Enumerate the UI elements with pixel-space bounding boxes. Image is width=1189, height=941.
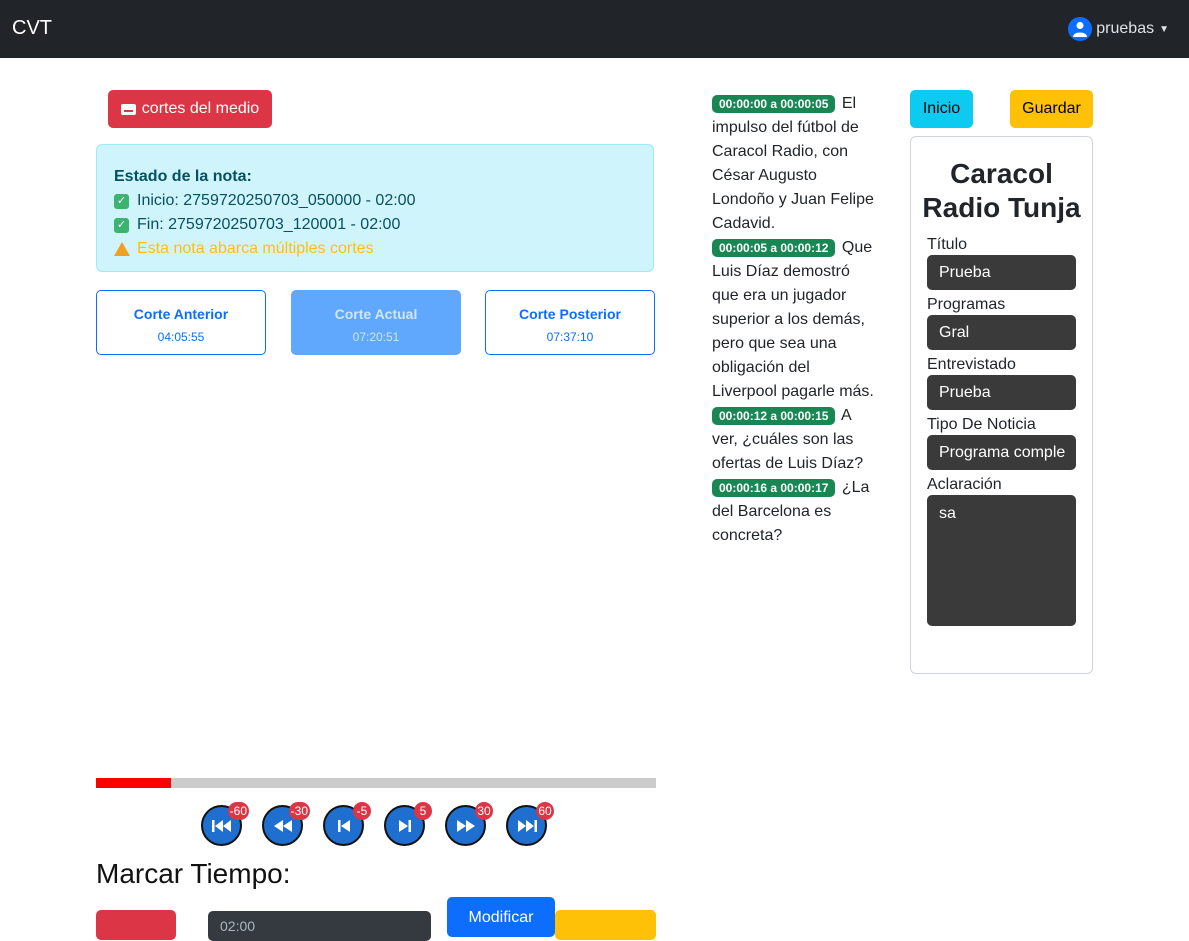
nota-inicio: Inicio: 2759720250703_050000 - 02:00	[137, 192, 416, 209]
corte-anterior-label: Corte Anterior	[133, 306, 229, 322]
user-icon	[1068, 17, 1093, 41]
transcript-segment: 00:00:16 a 00:00:17 ¿La del Barcelona es…	[712, 476, 874, 548]
segment-text: El impulso del fútbol de Caracol Radio, …	[712, 95, 874, 232]
skip-badge: 5	[414, 802, 432, 820]
skip-back-5-button[interactable]: -5	[323, 802, 371, 846]
top-navbar: CVT pruebas ▼	[0, 0, 1189, 58]
nota-fin-row: ✓ Fin: 2759720250703_120001 - 02:00	[114, 213, 636, 237]
transcript-panel: 00:00:00 a 00:00:05 El impulso del fútbo…	[712, 92, 874, 548]
corte-anterior-time: 04:05:55	[157, 330, 205, 344]
station-title: Caracol Radio Tunja	[922, 158, 1081, 223]
transcript-segment: 00:00:05 a 00:00:12 Que Luis Díaz demost…	[712, 236, 874, 404]
entrevistado-label: Entrevistado	[927, 356, 1016, 373]
corte-posterior-label: Corte Posterior	[519, 306, 621, 322]
skip-back-30-button[interactable]: -30	[262, 802, 310, 846]
double-skip-forward-icon	[517, 819, 537, 832]
corte-actual-time: 07:20:51	[352, 330, 400, 344]
check-icon: ✓	[114, 193, 129, 209]
skip-badge: 30	[475, 802, 493, 820]
segment-timestamp[interactable]: 00:00:16 a 00:00:17	[712, 479, 836, 497]
audio-progress-bar[interactable]	[96, 778, 656, 788]
audio-progress-fill	[96, 778, 172, 788]
skip-back-60-button[interactable]: -60	[201, 802, 249, 846]
programas-label: Programas	[927, 296, 1006, 313]
nota-form-card: Caracol Radio Tunja Título Prueba Progra…	[910, 136, 1093, 674]
user-menu[interactable]: pruebas ▼	[1068, 17, 1169, 41]
skip-badge: -5	[353, 802, 371, 820]
user-name: pruebas	[1096, 20, 1155, 37]
segment-timestamp[interactable]: 00:00:12 a 00:00:15	[712, 407, 836, 425]
corte-anterior-button[interactable]: Corte Anterior 04:05:55	[96, 290, 266, 355]
skip-forward-5-button[interactable]: 5	[384, 802, 432, 846]
segment-timestamp[interactable]: 00:00:00 a 00:00:05	[712, 95, 836, 113]
entrevistado-field[interactable]: Prueba	[927, 375, 1076, 410]
marcar-yellow-button[interactable]	[555, 910, 656, 940]
marcar-red-button[interactable]	[96, 910, 176, 940]
step-back-icon	[337, 819, 350, 832]
skip-badge: -60	[227, 802, 249, 820]
segment-text: Que Luis Díaz demostró que era un jugado…	[712, 239, 874, 400]
brand-logo[interactable]: CVT	[12, 17, 52, 40]
nota-status-alert: Estado de la nota: ✓ Inicio: 27597202507…	[96, 144, 654, 272]
nota-status-title: Estado de la nota:	[114, 168, 252, 185]
double-skip-back-icon	[211, 819, 231, 832]
skip-forward-60-button[interactable]: 60	[506, 802, 554, 846]
tipo-noticia-field[interactable]: Programa comple	[927, 435, 1076, 470]
titulo-field[interactable]: Prueba	[927, 255, 1076, 290]
nota-inicio-row: ✓ Inicio: 2759720250703_050000 - 02:00	[114, 189, 636, 213]
cortes-label: cortes del medio	[141, 100, 260, 117]
aclaracion-textarea[interactable]: sa	[927, 495, 1076, 626]
step-forward-icon	[398, 819, 411, 832]
transcript-segment: 00:00:00 a 00:00:05 El impulso del fútbo…	[712, 92, 874, 236]
chevron-down-icon: ▼	[1159, 23, 1169, 35]
keyboard-icon	[120, 103, 136, 115]
warning-icon	[114, 242, 130, 256]
titulo-label: Título	[927, 236, 968, 253]
transcript-segment: 00:00:12 a 00:00:15 A ver, ¿cuáles son l…	[712, 404, 874, 476]
playback-controls: -60 -30 -5 5 30 60	[201, 802, 661, 855]
marcar-time-input[interactable]: 02:00	[208, 911, 431, 941]
programas-field[interactable]: Gral	[927, 315, 1076, 350]
nota-warning: Esta nota abarca múltiples cortes	[137, 240, 374, 257]
nota-fin: Fin: 2759720250703_120001 - 02:00	[137, 216, 401, 233]
inicio-button[interactable]: Inicio	[910, 90, 973, 128]
corte-posterior-button[interactable]: Corte Posterior 07:37:10	[485, 290, 655, 355]
cortes-del-medio-button[interactable]: cortes del medio	[108, 90, 272, 128]
aclaracion-label: Aclaración	[927, 476, 1002, 493]
skip-forward-30-button[interactable]: 30	[445, 802, 493, 846]
tipo-noticia-label: Tipo De Noticia	[927, 416, 1036, 433]
segment-timestamp[interactable]: 00:00:05 a 00:00:12	[712, 239, 836, 257]
corte-actual-label: Corte Actual	[334, 306, 418, 322]
rewind-icon	[273, 819, 292, 832]
corte-posterior-time: 07:37:10	[546, 330, 594, 344]
corte-actual-button[interactable]: Corte Actual 07:20:51	[291, 290, 461, 355]
guardar-button[interactable]: Guardar	[1010, 90, 1093, 128]
skip-badge: -30	[288, 802, 310, 820]
modificar-button[interactable]: Modificar	[447, 897, 555, 937]
skip-badge: 60	[536, 802, 554, 820]
marcar-tiempo-title: Marcar Tiempo:	[96, 858, 291, 889]
check-icon: ✓	[114, 217, 129, 233]
fast-forward-icon	[456, 819, 475, 832]
nota-warning-row: Esta nota abarca múltiples cortes	[114, 237, 636, 261]
